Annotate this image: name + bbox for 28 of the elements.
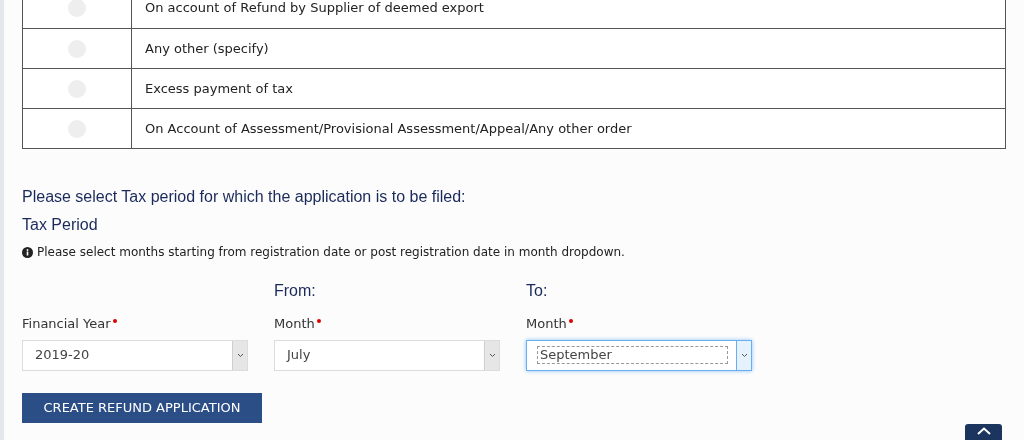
dropdown-button[interactable]	[232, 340, 247, 370]
field-label: Financial Year	[22, 315, 111, 333]
option-label: Excess payment of tax	[145, 79, 293, 98]
create-refund-application-button[interactable]: CREATE REFUND APPLICATION	[22, 392, 262, 423]
section-title: Tax Period	[22, 215, 99, 235]
dropdown-button[interactable]	[736, 340, 751, 370]
chevron-down-icon	[488, 352, 496, 358]
info-note: Please select months starting from registration date or post registration date in month dropdown.	[37, 244, 625, 261]
scroll-top-button[interactable]	[965, 424, 1002, 440]
select-field[interactable]: July	[274, 339, 500, 371]
option-label: On Account of Assessment/Provisional Assessment/Appeal/Any other order	[145, 119, 632, 138]
prompt-text: Please select Tax period for which the application is to be filed:	[22, 187, 467, 207]
select-field[interactable]: 2019-20	[22, 339, 248, 371]
select-field[interactable]: September	[526, 339, 752, 371]
field-label: Month	[274, 315, 315, 333]
field-label: Month	[526, 315, 567, 333]
option-label: Any other (specify)	[145, 39, 269, 58]
chevron-down-icon	[236, 352, 244, 358]
chevron-up-icon	[976, 427, 991, 435]
group-label: From:	[274, 281, 316, 301]
dropdown-button[interactable]	[484, 340, 499, 370]
select-value: 2019-20	[34, 346, 91, 365]
select-value: July	[285, 346, 312, 365]
select-value: September	[537, 346, 728, 364]
option-label: On account of Refund by Supplier of deemed export	[145, 0, 484, 18]
chevron-down-icon	[740, 352, 748, 358]
info-icon	[22, 246, 33, 258]
group-label: To:	[526, 281, 548, 301]
